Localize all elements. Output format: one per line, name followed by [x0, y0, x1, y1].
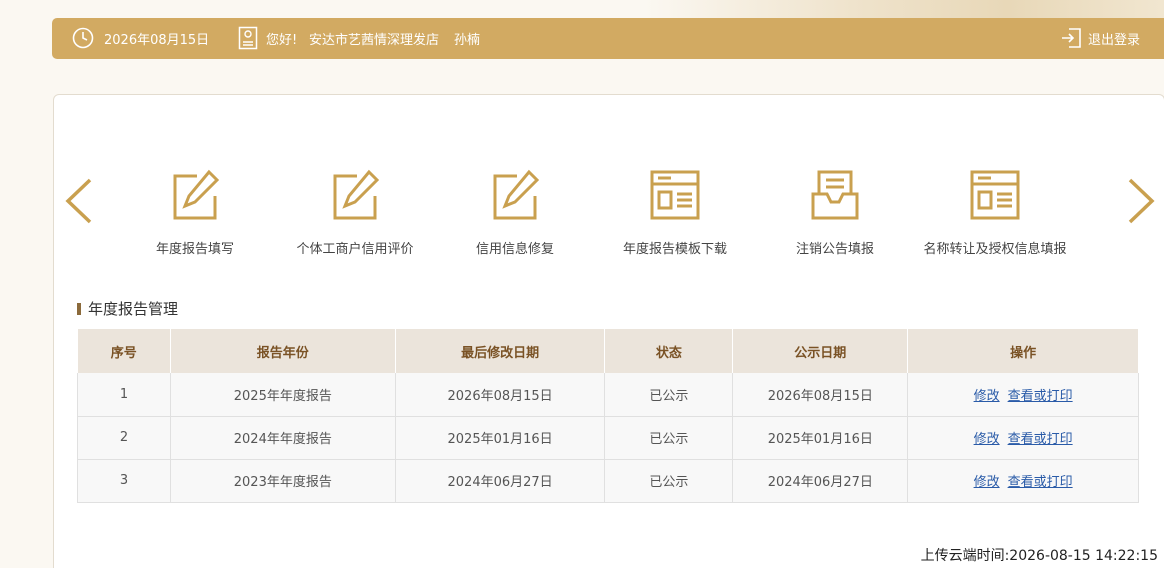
logout-icon[interactable] [1060, 27, 1082, 49]
edit-link[interactable]: 修改 [974, 432, 1000, 447]
cell-index: 3 [77, 459, 171, 503]
service-label: 注销公告填报 [795, 242, 874, 257]
column-header: 序号 [77, 329, 171, 373]
service-label: 名称转让及授权信息填报 [923, 242, 1067, 257]
table-row: 3 2023年年度报告 2024年06月27日 已公示 2024年06月27日 … [77, 459, 1139, 503]
column-header: 公示日期 [732, 329, 909, 373]
carousel-prev-icon[interactable] [64, 178, 94, 224]
report-table: 序号 报告年份 最后修改日期 状态 公示日期 操作 1 2025年年度报告 20… [77, 329, 1139, 503]
cell-published: 2025年01月16日 [732, 416, 909, 460]
edit-link[interactable]: 修改 [974, 389, 1000, 404]
shop-name: 安达市艺茜情深理发店 [309, 33, 440, 48]
section-title-text: 年度报告管理 [88, 300, 179, 318]
top-bar: 2026年08月15日 您好! 安达市艺茜情深理发店 孙楠 退出登录 [52, 18, 1164, 59]
service-annual-report-fill[interactable]: 年度报告填写 [115, 168, 275, 257]
view-print-link[interactable]: 查看或打印 [1008, 475, 1073, 490]
service-template-download[interactable]: 年度报告模板下载 [595, 168, 755, 257]
cell-published: 2024年06月27日 [732, 459, 909, 503]
cell-actions: 修改 查看或打印 [907, 373, 1139, 417]
column-header: 报告年份 [170, 329, 396, 373]
template-icon [650, 170, 700, 220]
cell-year: 2024年年度报告 [170, 416, 396, 460]
cell-index: 1 [77, 373, 171, 417]
table-row: 2 2024年年度报告 2025年01月16日 已公示 2025年01月16日 … [77, 416, 1139, 460]
cell-status: 已公示 [604, 459, 734, 503]
service-credit-repair[interactable]: 信用信息修复 [435, 168, 595, 257]
edit-icon [333, 169, 380, 220]
service-name-transfer[interactable]: 名称转让及授权信息填报 [915, 168, 1075, 257]
logout-button[interactable]: 退出登录 [1088, 18, 1140, 59]
clock-icon [72, 27, 94, 49]
cell-status: 已公示 [604, 373, 734, 417]
header-decoration [644, 0, 1164, 18]
service-credit-evaluation[interactable]: 个体工商户信用评价 [275, 168, 435, 257]
section-marker [77, 302, 81, 315]
upload-time: 上传云端时间:2026-08-15 14:22:15 [920, 548, 1158, 564]
cell-actions: 修改 查看或打印 [907, 459, 1139, 503]
service-label: 年度报告模板下载 [622, 242, 727, 257]
cell-modified: 2025年01月16日 [395, 416, 606, 460]
edit-link[interactable]: 修改 [974, 475, 1000, 490]
service-label: 个体工商户信用评价 [296, 242, 414, 257]
service-label: 信用信息修复 [475, 242, 554, 257]
view-print-link[interactable]: 查看或打印 [1008, 389, 1073, 404]
user-name: 孙楠 [454, 33, 481, 48]
column-header: 状态 [604, 329, 734, 373]
column-header: 最后修改日期 [395, 329, 606, 373]
cell-modified: 2024年06月27日 [395, 459, 606, 503]
cell-status: 已公示 [604, 416, 734, 460]
cell-index: 2 [77, 416, 171, 460]
view-print-link[interactable]: 查看或打印 [1008, 432, 1073, 447]
cell-published: 2026年08月15日 [732, 373, 909, 417]
user-card-icon [238, 26, 258, 50]
cell-year: 2025年年度报告 [170, 373, 396, 417]
current-date: 2026年08月15日 [104, 33, 210, 48]
cell-year: 2023年年度报告 [170, 459, 396, 503]
edit-icon [173, 169, 220, 220]
service-label: 年度报告填写 [155, 242, 234, 257]
inbox-icon [811, 170, 859, 220]
column-header: 操作 [907, 329, 1139, 373]
section-title: 年度报告管理 [77, 298, 178, 319]
cell-actions: 修改 查看或打印 [907, 416, 1139, 460]
template-icon [970, 170, 1020, 220]
cell-modified: 2026年08月15日 [395, 373, 606, 417]
table-header-row: 序号 报告年份 最后修改日期 状态 公示日期 操作 [77, 329, 1139, 373]
service-cancellation-notice[interactable]: 注销公告填报 [755, 168, 915, 257]
greeting: 您好! [266, 33, 298, 48]
table-row: 1 2025年年度报告 2026年08月15日 已公示 2026年08月15日 … [77, 373, 1139, 417]
edit-icon [493, 169, 540, 220]
carousel-next-icon[interactable] [1126, 178, 1156, 224]
